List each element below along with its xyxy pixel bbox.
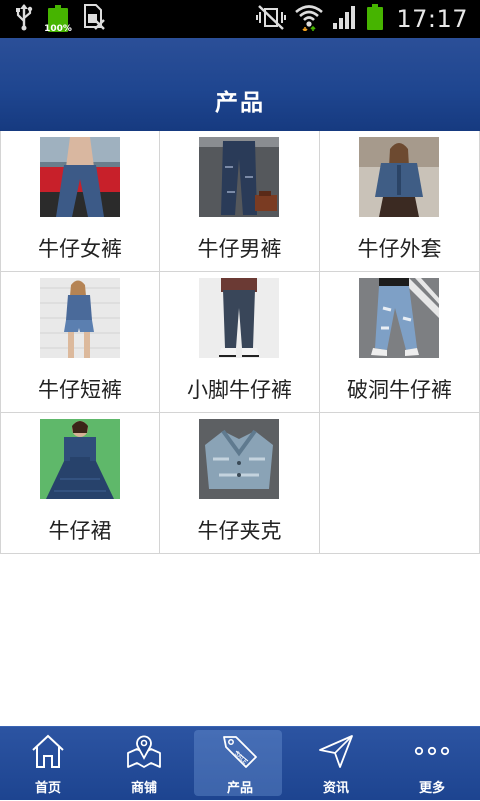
clock-time: 17:17 xyxy=(396,5,468,33)
product-label: 牛仔外套 xyxy=(357,237,442,261)
signal-strength-icon xyxy=(332,3,358,35)
vibrate-mute-icon xyxy=(256,3,287,35)
product-label: 牛仔女裤 xyxy=(38,237,122,261)
empty-grid-cell xyxy=(320,413,480,554)
page-header: 产品 xyxy=(0,38,480,131)
tab-home[interactable]: 首页 xyxy=(0,727,96,801)
sim-card-x-icon xyxy=(82,3,106,35)
product-image-ripped-jeans xyxy=(359,278,439,358)
product-item[interactable]: 牛仔男裤 xyxy=(160,131,320,272)
tab-news[interactable]: 资讯 xyxy=(288,727,384,801)
sale-tag-icon: SALE xyxy=(222,733,258,769)
product-label: 牛仔男裤 xyxy=(197,237,282,261)
battery-percent-text: 100% xyxy=(44,24,72,34)
status-bar-left: 100% xyxy=(14,4,106,34)
bottom-tab-bar: 首页 商铺 SALE 产品 资讯 更多 xyxy=(0,726,480,800)
product-item[interactable]: 牛仔女裤 xyxy=(0,131,160,272)
product-image-jeans-women xyxy=(40,137,120,217)
tab-shop[interactable]: 商铺 xyxy=(96,727,192,801)
tab-label: 产品 xyxy=(226,781,253,796)
product-image-jeans-men xyxy=(199,137,279,217)
shop-map-icon xyxy=(126,733,162,769)
paper-plane-icon xyxy=(318,733,354,769)
product-label: 牛仔夹克 xyxy=(197,519,282,543)
product-item[interactable]: 牛仔短裤 xyxy=(0,272,160,413)
tab-label: 资讯 xyxy=(322,781,349,796)
tab-more[interactable]: 更多 xyxy=(384,727,480,801)
product-image-denim-jacket xyxy=(359,137,439,217)
home-icon xyxy=(30,733,66,769)
status-bar: 100% 17:17 xyxy=(0,0,480,38)
battery-icon xyxy=(366,3,384,35)
more-dots-icon xyxy=(414,733,450,769)
product-item[interactable]: 牛仔裙 xyxy=(0,413,160,554)
product-image-denim-dress xyxy=(40,419,120,499)
battery-full-icon: 100% xyxy=(44,5,72,34)
product-item[interactable]: 破洞牛仔裤 xyxy=(320,272,480,413)
product-image-denim-coat xyxy=(199,419,279,499)
svg-text:SALE: SALE xyxy=(233,750,249,766)
product-label: 破洞牛仔裤 xyxy=(347,378,452,402)
product-item[interactable]: 牛仔外套 xyxy=(320,131,480,272)
wifi-icon xyxy=(294,3,324,35)
product-label: 牛仔短裤 xyxy=(38,378,122,402)
product-image-denim-shorts xyxy=(40,278,120,358)
product-label: 小脚牛仔裤 xyxy=(187,378,292,402)
tab-products[interactable]: SALE 产品 xyxy=(192,727,288,801)
product-label: 牛仔裙 xyxy=(48,519,112,543)
product-item[interactable]: 牛仔夹克 xyxy=(160,413,320,554)
product-grid: 牛仔女裤 牛仔男裤 牛仔外套 牛仔短裤 小脚牛仔裤 破洞牛仔裤 牛仔裙 牛仔夹克 xyxy=(0,131,480,554)
product-item[interactable]: 小脚牛仔裤 xyxy=(160,272,320,413)
tab-label: 商铺 xyxy=(130,781,157,796)
product-image-skinny-jeans xyxy=(199,278,279,358)
tab-label: 更多 xyxy=(418,781,445,796)
status-bar-right: 17:17 xyxy=(256,4,468,34)
tab-label: 首页 xyxy=(34,781,61,796)
page-title: 产品 xyxy=(215,90,265,116)
usb-icon xyxy=(14,3,34,35)
